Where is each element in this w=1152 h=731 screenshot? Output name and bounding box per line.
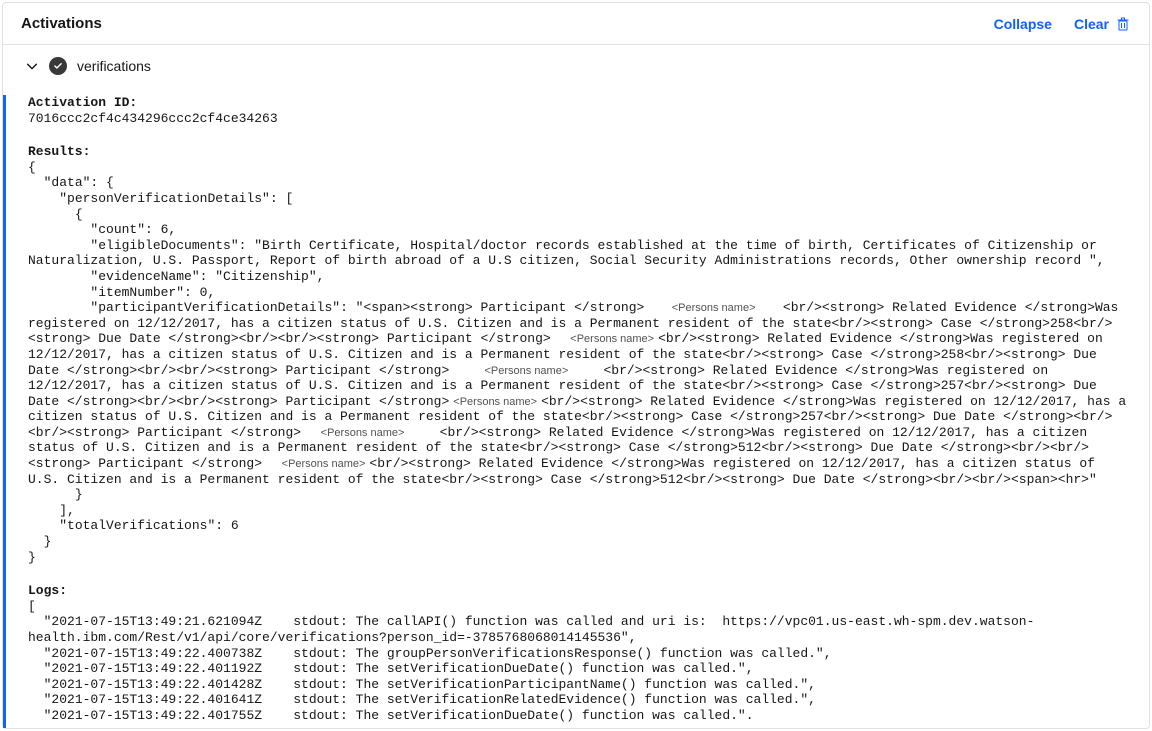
activation-detail: Activation ID: 7016ccc2cf4c434296ccc2cf4…	[3, 95, 1149, 728]
activations-panel: Activations Collapse Clear verificatio	[2, 2, 1150, 729]
pii-placeholder: <Persons name>	[480, 365, 572, 378]
collapse-button[interactable]: Collapse	[994, 16, 1052, 32]
panel-header: Activations Collapse Clear	[3, 3, 1149, 45]
panel-title: Activations	[21, 15, 994, 32]
status-success-icon	[49, 57, 67, 75]
pii-placeholder: <Persons name>	[668, 302, 760, 315]
trash-icon	[1115, 16, 1131, 32]
panel-actions: Collapse Clear	[994, 16, 1131, 32]
logs-label: Logs:	[28, 583, 1131, 599]
chevron-down-icon[interactable]	[25, 59, 39, 73]
pii-placeholder: <Persons name>	[449, 396, 541, 409]
results-label: Results:	[28, 144, 1131, 160]
pii-placeholder: <Persons name>	[566, 333, 658, 346]
logs-body: [ "2021-07-15T13:49:21.621094Z stdout: T…	[28, 599, 1131, 724]
results-body: { "data": { "personVerificationDetails":…	[28, 160, 1131, 565]
activation-name: verifications	[77, 58, 151, 74]
clear-button[interactable]: Clear	[1074, 16, 1131, 32]
pii-placeholder: <Persons name>	[317, 427, 409, 440]
activation-id-label: Activation ID:	[28, 95, 1131, 111]
activation-row-header: verifications	[3, 45, 1149, 77]
pii-placeholder: <Persons name>	[278, 458, 370, 471]
activation-id-value: 7016ccc2cf4c434296ccc2cf4ce34263	[28, 111, 1131, 127]
clear-label: Clear	[1074, 16, 1109, 32]
